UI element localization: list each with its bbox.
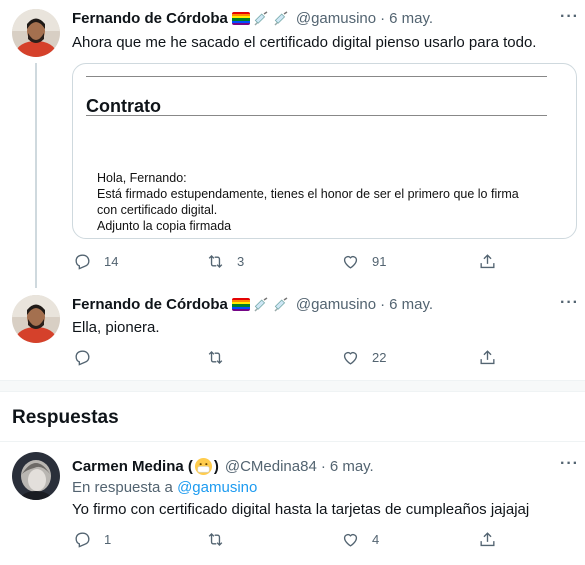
retweet-icon: [208, 351, 223, 364]
author-handle[interactable]: @CMedina84: [225, 458, 317, 475]
in-reply-to-label: En respuesta a: [72, 479, 173, 496]
reply-button[interactable]: 1: [73, 530, 111, 549]
document-line: con certificado digital.: [97, 203, 218, 217]
thread-line: [35, 63, 37, 288]
heart-icon: [343, 533, 358, 547]
section-title: Respuestas: [12, 407, 119, 428]
syringe-icon: [274, 296, 288, 312]
reply-count: 14: [104, 254, 119, 269]
avatar[interactable]: [12, 452, 60, 500]
share-button[interactable]: [478, 252, 497, 271]
share-button[interactable]: [478, 530, 497, 549]
like-button[interactable]: 4: [341, 530, 379, 549]
more-icon[interactable]: ···: [560, 294, 579, 312]
author-handle[interactable]: @gamusino: [296, 296, 376, 313]
syringe-icon: [254, 296, 268, 312]
like-count: 4: [372, 532, 380, 547]
syringe-icon: [254, 10, 268, 26]
rainbow-flag-icon: [231, 12, 250, 25]
divider: [0, 441, 585, 442]
reply-button[interactable]: [73, 348, 92, 367]
contract-document: Contrato Hola, Fernando: Está firmado es…: [79, 76, 547, 238]
reply-count: 1: [104, 532, 112, 547]
author-handle[interactable]: @gamusino: [296, 10, 376, 27]
tweet-date[interactable]: 6 may.: [389, 296, 433, 313]
like-count: 22: [372, 350, 387, 365]
share-icon: [480, 350, 495, 365]
author-name[interactable]: Carmen Medina (: [72, 458, 193, 475]
author-name[interactable]: Fernando de Córdoba: [72, 10, 228, 27]
author-name[interactable]: Fernando de Córdoba: [72, 296, 228, 313]
section-divider: [0, 380, 585, 392]
document-line: Está firmado estupendamente, tienes el h…: [97, 187, 519, 201]
syringe-icon: [274, 10, 288, 26]
retweet-button[interactable]: 3: [206, 252, 244, 271]
rainbow-flag-icon: [231, 298, 250, 311]
divider: [86, 115, 547, 116]
separator-dot: ·: [380, 296, 386, 313]
avatar[interactable]: [12, 295, 60, 343]
share-button[interactable]: [478, 348, 497, 367]
retweet-button[interactable]: [206, 530, 225, 549]
retweet-count: 3: [237, 254, 245, 269]
document-line: Adjunto la copia firmada: [97, 219, 232, 233]
reply-icon: [75, 532, 90, 548]
in-reply-to-handle[interactable]: @gamusino: [177, 479, 257, 496]
divider: [86, 76, 547, 77]
retweet-icon: [208, 533, 223, 546]
document-title: Contrato: [86, 96, 161, 116]
author-name-end: ): [213, 458, 219, 475]
tweet-text: Yo firmo con certificado digital hasta l…: [72, 501, 530, 518]
reply-button[interactable]: 14: [73, 252, 118, 271]
retweet-button[interactable]: [206, 348, 225, 367]
separator-dot: ·: [380, 10, 386, 27]
tweet-date[interactable]: 6 may.: [389, 10, 433, 27]
retweet-icon: [208, 255, 223, 268]
like-button[interactable]: 22: [341, 348, 386, 367]
like-button[interactable]: 91: [341, 252, 386, 271]
face-with-mask-icon: [194, 457, 212, 476]
heart-icon: [343, 255, 358, 269]
reply-icon: [75, 350, 90, 366]
document-line: Hola, Fernando:: [97, 171, 187, 185]
share-icon: [480, 254, 495, 269]
more-icon[interactable]: ···: [560, 8, 579, 26]
share-icon: [480, 532, 495, 547]
more-icon[interactable]: ···: [560, 455, 579, 473]
heart-icon: [343, 351, 358, 365]
tweet-text: Ella, pionera.: [72, 319, 160, 336]
tweet-date[interactable]: 6 may.: [330, 458, 374, 475]
tweet-text: Ahora que me he sacado el certificado di…: [72, 34, 537, 51]
reply-icon: [75, 254, 90, 270]
avatar[interactable]: [12, 9, 60, 57]
separator-dot: ·: [320, 458, 326, 475]
like-count: 91: [372, 254, 387, 269]
embedded-image[interactable]: Contrato Hola, Fernando: Está firmado es…: [72, 63, 577, 239]
